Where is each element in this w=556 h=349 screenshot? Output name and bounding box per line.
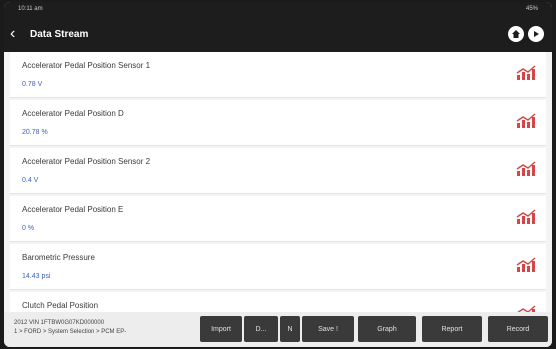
graph-icon[interactable] — [516, 209, 536, 225]
vehicle-info: 2012 VIN 1FTBW0G07KD000000 1 > FORD > Sy… — [14, 319, 126, 337]
graph-icon[interactable] — [516, 65, 536, 81]
parameter-value: 14.43 psi — [22, 273, 51, 280]
data-stream-list: Accelerator Pedal Position Sensor 1 0.78… — [4, 52, 552, 312]
parameter-value: 20.78 % — [22, 129, 48, 136]
title-bar: ‹ Data Stream — [4, 16, 552, 52]
list-item[interactable]: Barometric Pressure 14.43 psi — [10, 244, 546, 290]
save-button[interactable]: Save ! — [302, 316, 354, 342]
parameter-value: 0.4 V — [22, 177, 39, 184]
status-bar: 10:11 am 45% — [4, 2, 552, 16]
exit-icon[interactable] — [528, 26, 544, 42]
home-icon[interactable] — [508, 26, 524, 42]
back-arrow-icon[interactable]: ‹ — [10, 25, 30, 43]
record-button[interactable]: Record — [488, 316, 548, 342]
vehicle-vin: 2012 VIN 1FTBW0G07KD000000 — [14, 320, 105, 326]
list-item[interactable]: Accelerator Pedal Position Sensor 2 0.4 … — [10, 148, 546, 194]
exit-glyph — [534, 31, 539, 37]
status-time: 10:11 am — [18, 6, 43, 12]
status-battery: 45% — [525, 6, 538, 12]
next-button[interactable]: N — [280, 316, 300, 342]
navigation-path: 1 > FORD > System Selection > PCM EP- — [14, 329, 127, 335]
list-item[interactable]: Accelerator Pedal Position E 0 % — [10, 196, 546, 242]
graph-icon[interactable] — [516, 113, 536, 129]
parameter-name: Barometric Pressure — [22, 253, 95, 262]
parameter-value: 0 % — [22, 225, 35, 232]
graph-button[interactable]: Graph — [358, 316, 416, 342]
page-title: Data Stream — [30, 28, 89, 40]
import-button[interactable]: Import — [200, 316, 242, 342]
parameter-name: Accelerator Pedal Position Sensor 2 — [22, 157, 151, 166]
graph-icon[interactable] — [516, 161, 536, 177]
list-item[interactable]: Accelerator Pedal Position Sensor 1 0.78… — [10, 52, 546, 98]
home-glyph — [512, 30, 520, 38]
list-item[interactable]: Clutch Pedal Position — [10, 292, 546, 312]
graph-icon[interactable] — [516, 305, 536, 312]
device-screen: 10:11 am 45% ‹ Data Stream Accelerator P… — [4, 2, 552, 347]
parameter-name: Accelerator Pedal Position D — [22, 109, 124, 118]
bottom-toolbar: 2012 VIN 1FTBW0G07KD000000 1 > FORD > Sy… — [4, 312, 552, 347]
parameter-name: Accelerator Pedal Position E — [22, 205, 124, 214]
report-button[interactable]: Report — [422, 316, 482, 342]
graph-icon[interactable] — [516, 257, 536, 273]
parameter-name: Clutch Pedal Position — [22, 301, 99, 310]
parameter-name: Accelerator Pedal Position Sensor 1 — [22, 61, 151, 70]
delete-button[interactable]: D... — [244, 316, 278, 342]
top-actions — [508, 26, 544, 42]
parameter-value: 0.78 V — [22, 81, 43, 88]
list-item[interactable]: Accelerator Pedal Position D 20.78 % — [10, 100, 546, 146]
